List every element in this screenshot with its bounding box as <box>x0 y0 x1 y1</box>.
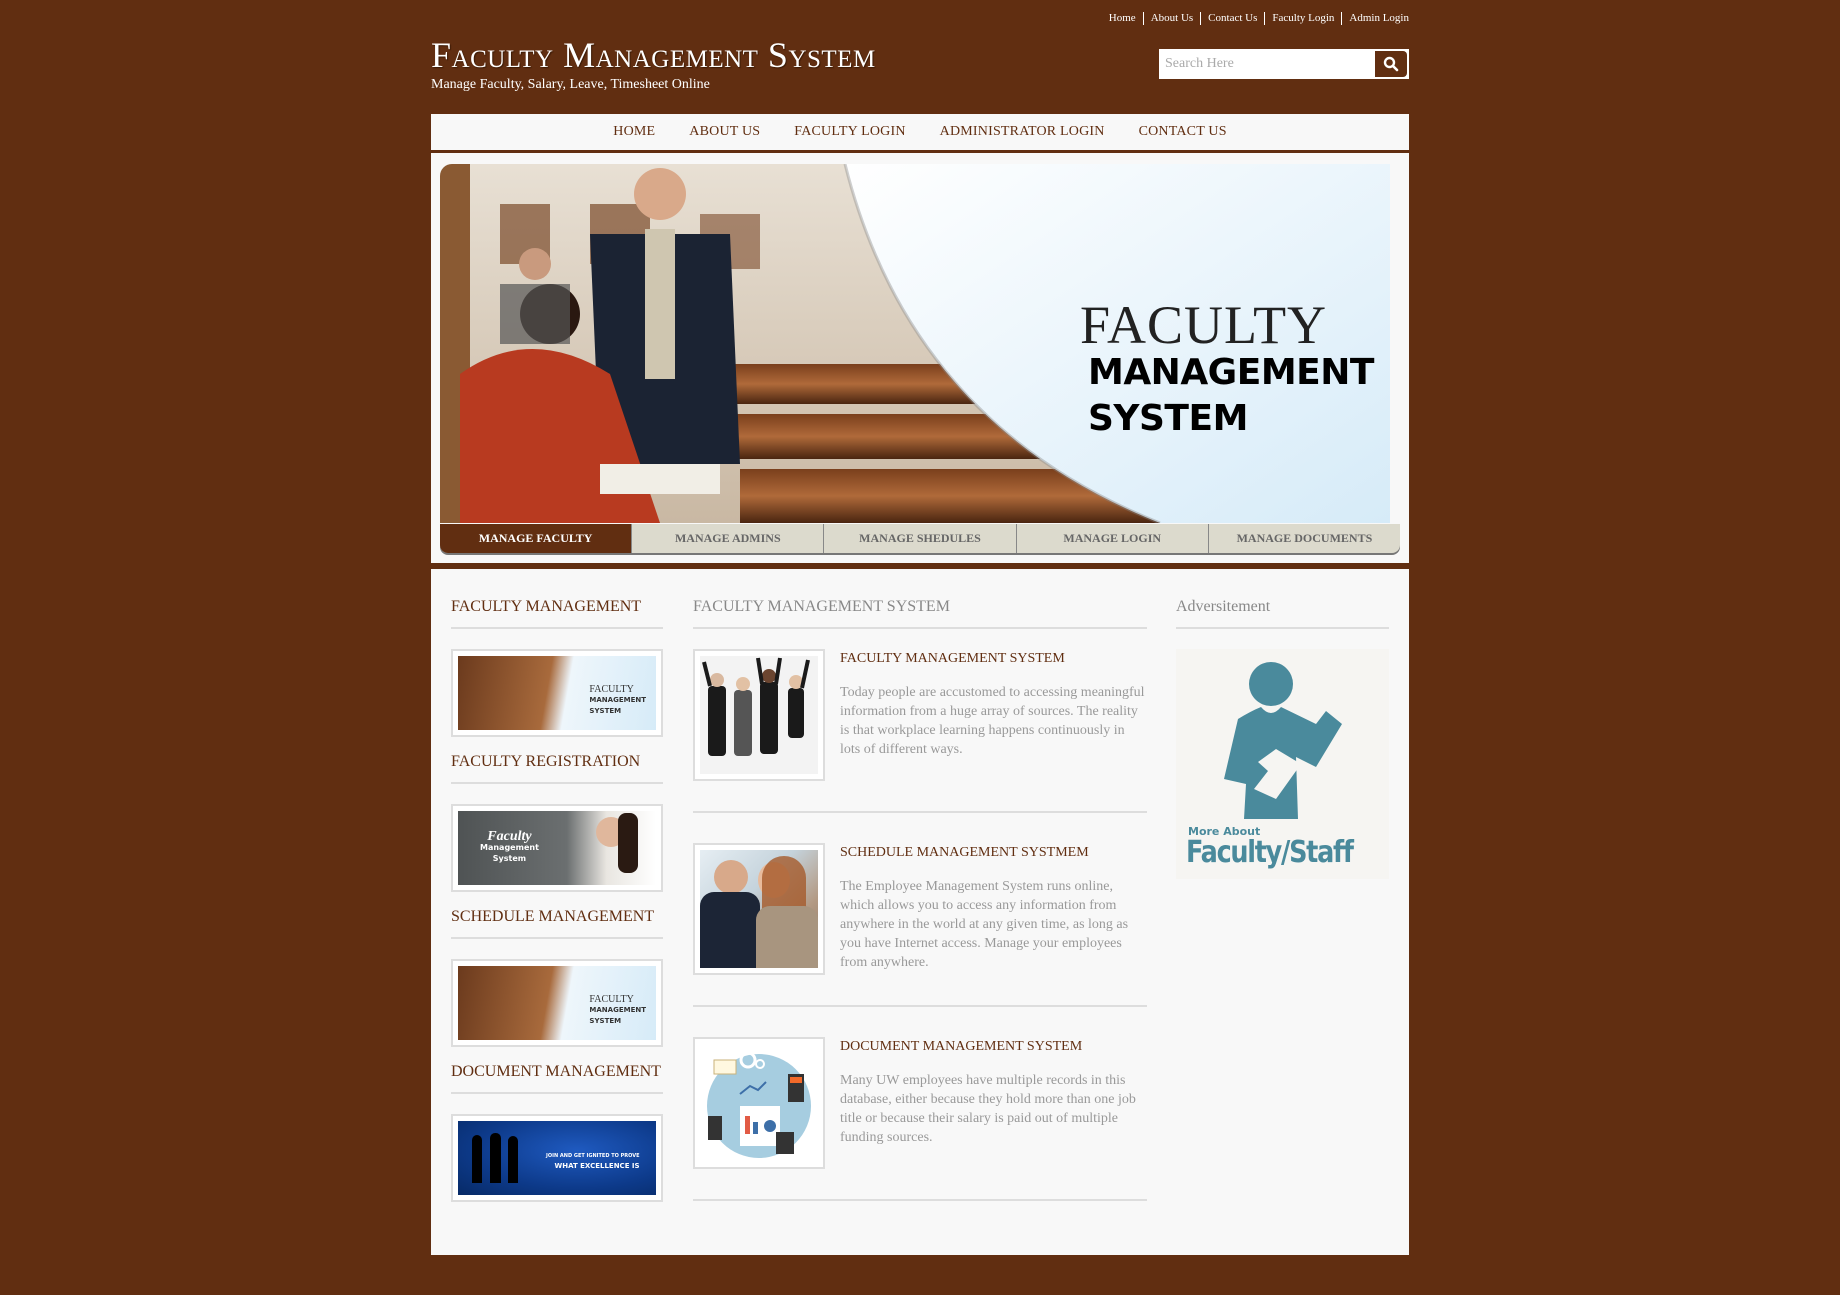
jumping-team-image <box>693 649 825 781</box>
advertisement-banner[interactable]: More About Faculty/Staff <box>1176 649 1389 879</box>
thumb-text: Management <box>480 843 539 852</box>
item-text: The Employee Management System runs onli… <box>840 879 1129 970</box>
tab-manage-documents[interactable]: MANAGE DOCUMENTS <box>1207 524 1400 553</box>
sidebar-heading-document-management: DOCUMENT MANAGEMENT <box>451 1063 663 1094</box>
thumb-text: Faculty <box>487 829 532 844</box>
nav-about-us[interactable]: ABOUT US <box>689 124 760 140</box>
sidebar-heading-schedule-management: SCHEDULE MANAGEMENT <box>451 908 663 939</box>
item-text: Today people are accustomed to accessing… <box>840 685 1145 757</box>
faculty-management-thumbnail[interactable]: FACULTY MANAGEMENT SYSTEM <box>451 649 663 737</box>
search-input[interactable] <box>1161 51 1375 77</box>
schedule-management-thumbnail[interactable]: FACULTY MANAGEMENT SYSTEM <box>451 959 663 1047</box>
tab-manage-login[interactable]: MANAGE LOGIN <box>1015 524 1208 553</box>
banner-line-system: SYSTEM <box>1088 398 1248 439</box>
main-nav: HOME ABOUT US FACULTY LOGIN ADMINISTRATO… <box>431 114 1409 153</box>
faculty-registration-thumbnail[interactable]: Faculty Management System <box>451 804 663 892</box>
thumb-text: WHAT EXCELLENCE IS <box>554 1162 640 1170</box>
nav-administrator-login[interactable]: ADMINISTRATOR LOGIN <box>940 124 1105 140</box>
top-link-admin-login[interactable]: Admin Login <box>1341 12 1409 25</box>
banner-title-management: MANAGEMENT SYSTEM <box>1088 350 1374 442</box>
right-sidebar: Adversitement More About Faculty/Staff <box>1176 598 1389 879</box>
main-heading: FACULTY MANAGEMENT SYSTEM <box>693 598 1147 629</box>
business-people-image <box>693 843 825 975</box>
thumb-text: SYSTEM <box>589 1017 622 1025</box>
hero-banner: FACULTY MANAGEMENT SYSTEM <box>440 164 1390 523</box>
tab-manage-schedules[interactable]: MANAGE SHEDULES <box>823 524 1015 553</box>
thumb-text: JOIN AND GET IGNITED TO PROVE <box>546 1153 640 1159</box>
sidebar-heading-faculty-management: FACULTY MANAGEMENT <box>451 598 663 629</box>
tab-manage-faculty[interactable]: MANAGE FACULTY <box>440 524 632 553</box>
thumb-text: SYSTEM <box>589 707 622 715</box>
thumb-text: MANAGEMENT <box>589 1006 646 1014</box>
top-link-home[interactable]: Home <box>1102 12 1143 25</box>
nav-home[interactable]: HOME <box>613 124 655 140</box>
sidebar-heading-faculty-registration: FACULTY REGISTRATION <box>451 753 663 784</box>
top-link-contact-us[interactable]: Contact Us <box>1200 12 1264 25</box>
thumb-text: System <box>492 854 527 863</box>
site-title: Faculty Management System <box>431 35 876 75</box>
search-button[interactable] <box>1375 51 1407 77</box>
content-item: DOCUMENT MANAGEMENT SYSTEM Many UW emplo… <box>693 1037 1147 1201</box>
main-content: FACULTY MANAGEMENT SYSTEM FACULTY MANAGE… <box>693 598 1147 1231</box>
section-divider <box>431 563 1409 569</box>
document-management-thumbnail[interactable]: JOIN AND GET IGNITED TO PROVE WHAT EXCEL… <box>451 1114 663 1202</box>
top-links: Home About Us Contact Us Faculty Login A… <box>1102 12 1409 25</box>
advertisement-heading: Adversitement <box>1176 598 1389 629</box>
banner-tabs: MANAGE FACULTY MANAGE ADMINS MANAGE SHED… <box>440 524 1400 553</box>
document-infographic-image <box>693 1037 825 1169</box>
item-title[interactable]: FACULTY MANAGEMENT SYSTEM <box>840 651 1147 667</box>
ad-text-faculty-staff: Faculty/Staff <box>1186 835 1354 870</box>
faculty-staff-icon <box>1224 662 1342 819</box>
top-link-about-us[interactable]: About Us <box>1142 12 1200 25</box>
thumb-text: FACULTY <box>589 684 634 695</box>
top-link-faculty-login[interactable]: Faculty Login <box>1264 12 1341 25</box>
banner-title-faculty: FACULTY <box>1080 295 1328 355</box>
item-title[interactable]: SCHEDULE MANAGEMENT SYSTMEM <box>840 845 1147 861</box>
search-icon <box>1383 56 1399 72</box>
nav-faculty-login[interactable]: FACULTY LOGIN <box>794 124 905 140</box>
main-container: HOME ABOUT US FACULTY LOGIN ADMINISTRATO… <box>431 114 1409 1255</box>
site-subtitle: Manage Faculty, Salary, Leave, Timesheet… <box>431 77 710 92</box>
content-item: FACULTY MANAGEMENT SYSTEM Today people a… <box>693 649 1147 813</box>
content-item: SCHEDULE MANAGEMENT SYSTMEM The Employee… <box>693 843 1147 1007</box>
tab-manage-admins[interactable]: MANAGE ADMINS <box>631 524 823 553</box>
item-title[interactable]: DOCUMENT MANAGEMENT SYSTEM <box>840 1039 1147 1055</box>
item-text: Many UW employees have multiple records … <box>840 1073 1136 1145</box>
thumb-text: FACULTY <box>589 994 634 1005</box>
banner-line-management: MANAGEMENT <box>1088 352 1374 393</box>
nav-contact-us[interactable]: CONTACT US <box>1139 124 1227 140</box>
search-box <box>1159 49 1409 79</box>
left-sidebar: FACULTY MANAGEMENT FACULTY MANAGEMENT SY… <box>451 598 663 1218</box>
thumb-text: MANAGEMENT <box>589 696 646 704</box>
